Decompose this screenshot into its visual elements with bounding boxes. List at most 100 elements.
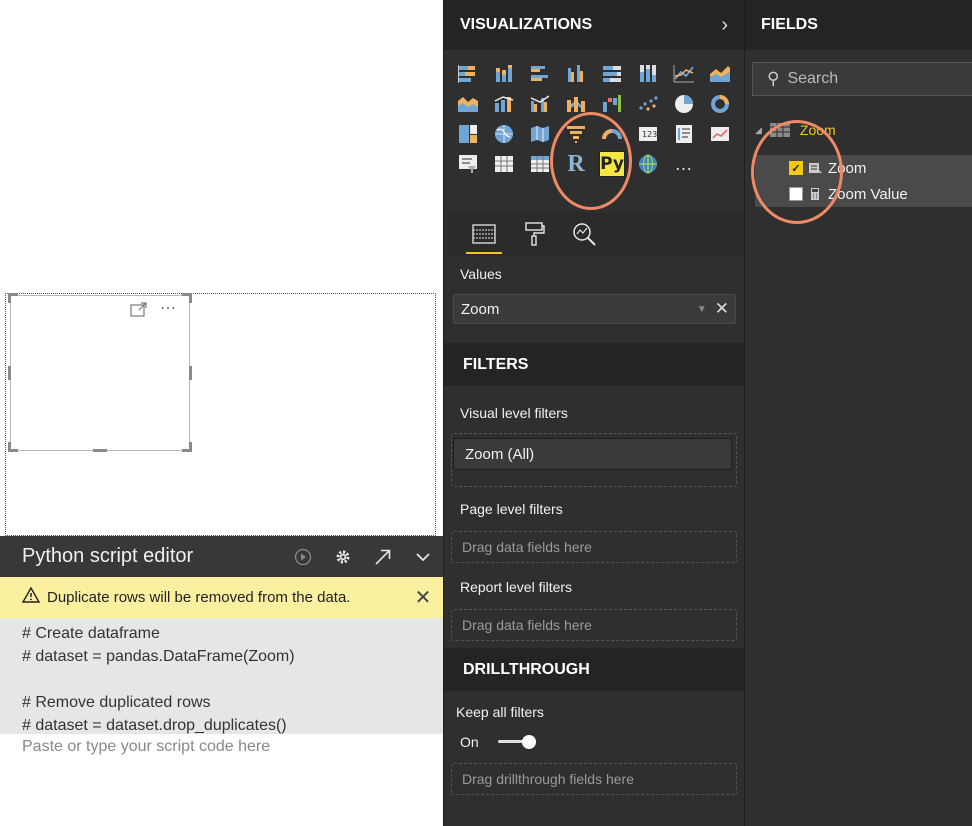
matrix-visual-icon[interactable]: [526, 150, 554, 178]
table-icon: [769, 123, 790, 137]
report-level-filter-dropzone[interactable]: Drag data fields here: [451, 609, 737, 641]
scatter-chart-icon[interactable]: [634, 90, 662, 118]
100-stacked-bar-chart-icon[interactable]: [598, 60, 626, 88]
stacked-column-chart-icon[interactable]: [490, 60, 518, 88]
field-checkbox[interactable]: ✓: [789, 161, 803, 175]
fields-title: FIELDS: [761, 16, 818, 33]
search-placeholder: Search: [787, 70, 839, 87]
resize-handle[interactable]: [189, 366, 192, 380]
line-and-stacked-column-chart-icon[interactable]: [490, 90, 518, 118]
tab-analytics[interactable]: [566, 218, 602, 250]
warning-icon: [21, 586, 41, 608]
kpi-icon[interactable]: [706, 120, 734, 148]
resize-handle[interactable]: [8, 366, 11, 380]
field-row-zoom[interactable]: ✓ Zoom: [755, 155, 972, 181]
arcgis-map-icon[interactable]: [634, 150, 662, 178]
keep-all-filters-label: Keep all filters: [456, 704, 544, 720]
more-options-icon[interactable]: ⋯: [160, 301, 176, 321]
script-code-input[interactable]: Paste or type your script code here: [0, 734, 443, 760]
values-field-well[interactable]: Zoom ▼ ✕: [453, 294, 736, 324]
visualizations-title: VISUALIZATIONS: [460, 16, 593, 33]
filled-map-icon[interactable]: [526, 120, 554, 148]
close-icon[interactable]: ✕: [403, 585, 443, 610]
viz-pane-tabs: [444, 212, 744, 256]
chevron-right-icon[interactable]: ›: [721, 14, 728, 37]
donut-chart-icon[interactable]: [706, 90, 734, 118]
svg-text:123: 123: [642, 130, 657, 139]
code-line: # dataset = pandas.DataFrame(Zoom): [22, 648, 295, 665]
page-level-filter-dropzone[interactable]: Drag data fields here: [451, 531, 737, 563]
card-icon[interactable]: 123: [634, 120, 662, 148]
line-chart-icon[interactable]: [670, 60, 698, 88]
clustered-column-chart-icon[interactable]: [562, 60, 590, 88]
python-script-editor: Python script editor Duplicate rows will…: [0, 536, 443, 826]
remove-field-icon[interactable]: ✕: [715, 299, 729, 319]
tab-format[interactable]: [516, 218, 552, 250]
editor-header: Python script editor: [0, 536, 443, 577]
resize-handle[interactable]: [93, 449, 107, 452]
page-level-filters-label: Page level filters: [460, 501, 563, 517]
resize-handle[interactable]: [8, 449, 18, 452]
duplicate-rows-warning: Duplicate rows will be removed from the …: [0, 577, 443, 618]
chevron-down-icon[interactable]: [403, 536, 443, 577]
clustered-bar-chart-icon[interactable]: [526, 60, 554, 88]
tab-fields[interactable]: [466, 218, 502, 254]
report-canvas: ⋯ Python script editor Duplicate rows wi…: [0, 0, 443, 826]
table-node-zoom[interactable]: ◢ Zoom: [755, 122, 836, 138]
field-search-input[interactable]: ⚲ Search: [752, 62, 972, 96]
search-icon: ⚲: [767, 69, 780, 88]
visual-level-filters-label: Visual level filters: [460, 405, 568, 421]
warning-text: Duplicate rows will be removed from the …: [47, 589, 351, 606]
open-external-ide-icon[interactable]: [363, 536, 403, 577]
multi-row-card-icon[interactable]: [670, 120, 698, 148]
field-label: Zoom: [828, 159, 867, 177]
area-chart-icon[interactable]: [706, 60, 734, 88]
more-visuals-icon[interactable]: …: [670, 150, 698, 178]
field-label: Zoom Value: [828, 185, 908, 203]
visual-filter-card[interactable]: Zoom (All): [453, 438, 732, 470]
filters-title: FILTERS: [463, 355, 529, 373]
fields-pane: FIELDS ⚲ Search ◢ Zoom ✓ Zoom Zoom Value: [744, 0, 972, 826]
dropdown-arrow-icon[interactable]: ▼: [697, 304, 707, 315]
expand-triangle-icon[interactable]: ◢: [755, 125, 762, 136]
waterfall-chart-icon[interactable]: [598, 90, 626, 118]
resize-handle[interactable]: [189, 293, 192, 303]
keep-all-filters-toggle[interactable]: [498, 735, 538, 749]
report-level-filters-label: Report level filters: [460, 579, 573, 595]
100-stacked-column-chart-icon[interactable]: [634, 60, 662, 88]
line-and-clustered-column-chart-icon[interactable]: [526, 90, 554, 118]
editor-title: Python script editor: [22, 545, 194, 567]
gauge-icon[interactable]: [598, 120, 626, 148]
code-header-block: # Create dataframe # dataset = pandas.Da…: [0, 618, 443, 734]
ribbon-chart-icon[interactable]: [562, 90, 590, 118]
treemap-icon[interactable]: [454, 120, 482, 148]
code-line: # Remove duplicated rows: [22, 694, 211, 711]
visualizations-header: VISUALIZATIONS ›: [444, 0, 744, 50]
table-visual-icon[interactable]: [490, 150, 518, 178]
drillthrough-header: DRILLTHROUGH: [444, 648, 744, 691]
focus-mode-icon[interactable]: [130, 302, 148, 321]
resize-handle[interactable]: [182, 449, 192, 452]
gear-icon[interactable]: [323, 536, 363, 577]
visual-filter-text: Zoom (All): [465, 445, 535, 463]
python-visual-icon[interactable]: Py: [598, 150, 626, 178]
funnel-chart-icon[interactable]: [562, 120, 590, 148]
run-script-icon[interactable]: [283, 536, 323, 577]
toggle-state-label: On: [460, 734, 479, 750]
resize-handle[interactable]: [8, 293, 11, 303]
field-row-zoom-value[interactable]: Zoom Value: [755, 181, 972, 207]
drillthrough-dropzone[interactable]: Drag drillthrough fields here: [451, 763, 737, 795]
pie-chart-icon[interactable]: [670, 90, 698, 118]
code-line: # Create dataframe: [22, 625, 160, 642]
slicer-icon[interactable]: [454, 150, 482, 178]
map-icon[interactable]: [490, 120, 518, 148]
values-label: Values: [460, 266, 502, 282]
field-checkbox[interactable]: [789, 187, 803, 201]
hierarchy-field-icon: [809, 163, 822, 174]
values-field-name: Zoom: [461, 300, 500, 318]
stacked-bar-chart-icon[interactable]: [454, 60, 482, 88]
r-script-visual-icon[interactable]: R: [562, 150, 590, 178]
stacked-area-chart-icon[interactable]: [454, 90, 482, 118]
calculator-icon: [811, 188, 819, 200]
